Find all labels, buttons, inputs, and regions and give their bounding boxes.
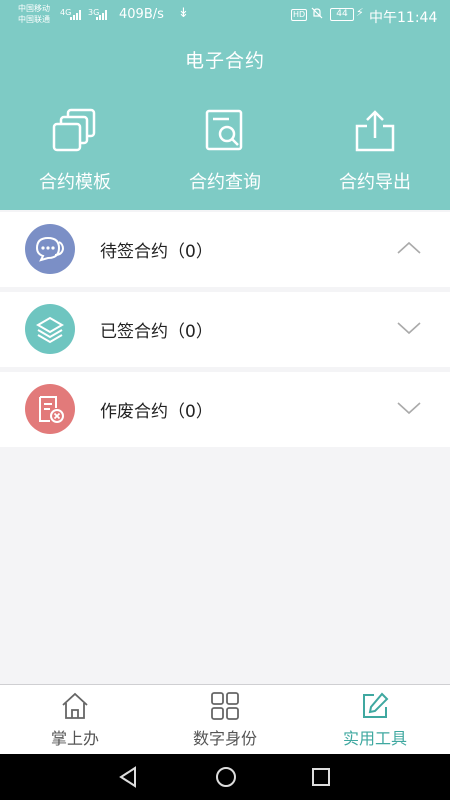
section-icon-bg (25, 224, 75, 274)
export-icon (355, 110, 395, 152)
section-signed[interactable]: 已签合约（0） (0, 292, 450, 367)
network-speed: 409B/s (119, 7, 164, 22)
home-circle-icon[interactable] (214, 765, 238, 789)
tab-label: 数字身份 (192, 729, 257, 748)
tab-label: 掌上办 (50, 729, 99, 748)
chevron-down-icon[interactable] (396, 320, 422, 336)
usb-icon: ↡ (178, 6, 189, 21)
carrier-1: 中国移动 (18, 4, 50, 13)
edit-icon (363, 692, 389, 718)
export-button[interactable]: 合约导出 (300, 108, 450, 198)
chevron-up-icon[interactable] (396, 240, 422, 256)
section-icon-bg (25, 304, 75, 354)
tab-home[interactable]: 掌上办 (0, 685, 150, 755)
battery-level: 44 (330, 8, 354, 21)
chat-bubble-icon (35, 236, 65, 262)
home-icon (62, 692, 88, 719)
section-void[interactable]: 作废合约（0） (0, 372, 450, 447)
layers-icon (36, 316, 64, 344)
back-icon[interactable] (117, 765, 139, 789)
chevron-down-icon[interactable] (396, 400, 422, 416)
recent-apps-icon[interactable] (310, 765, 332, 789)
hd-badge: HD (291, 9, 308, 21)
section-label: 已签合约（0） (100, 322, 213, 342)
section-icon-bg (25, 384, 75, 434)
tool-label: 合约导出 (339, 172, 411, 193)
mute-bell-icon (311, 7, 323, 19)
status-bar: 中国移动 中国联通 4G 3G 409B/s ↡ HD 44 ⚡ 中午11:44 (0, 0, 450, 32)
tool-label: 合约模板 (39, 172, 111, 193)
grid-icon (211, 692, 239, 720)
signal-icon (70, 10, 81, 20)
page-title: 电子合约 (184, 50, 265, 72)
section-pending[interactable]: 待签合约（0） (0, 212, 450, 287)
carrier-2: 中国联通 (18, 15, 50, 24)
section-label: 作废合约（0） (100, 402, 213, 422)
void-document-icon (39, 396, 64, 423)
tool-label: 合约查询 (189, 172, 261, 193)
tab-digital-id[interactable]: 数字身份 (150, 685, 300, 755)
search-contract-button[interactable]: 合约查询 (150, 108, 300, 198)
tab-tools[interactable]: 实用工具 (300, 685, 450, 755)
template-icon (52, 108, 96, 152)
signal-icon (96, 10, 107, 20)
status-time: 中午11:44 (369, 10, 438, 26)
section-label: 待签合约（0） (100, 242, 213, 262)
tab-label: 实用工具 (342, 729, 407, 748)
charging-icon: ⚡ (356, 6, 364, 19)
header: 中国移动 中国联通 4G 3G 409B/s ↡ HD 44 ⚡ 中午11:44… (0, 0, 450, 210)
search-document-icon (205, 109, 243, 151)
template-button[interactable]: 合约模板 (0, 108, 150, 198)
system-navigation-bar (0, 754, 450, 800)
carrier-labels: 中国移动 中国联通 (18, 3, 50, 25)
bottom-tab-bar: 掌上办 数字身份 实用工具 (0, 684, 450, 754)
